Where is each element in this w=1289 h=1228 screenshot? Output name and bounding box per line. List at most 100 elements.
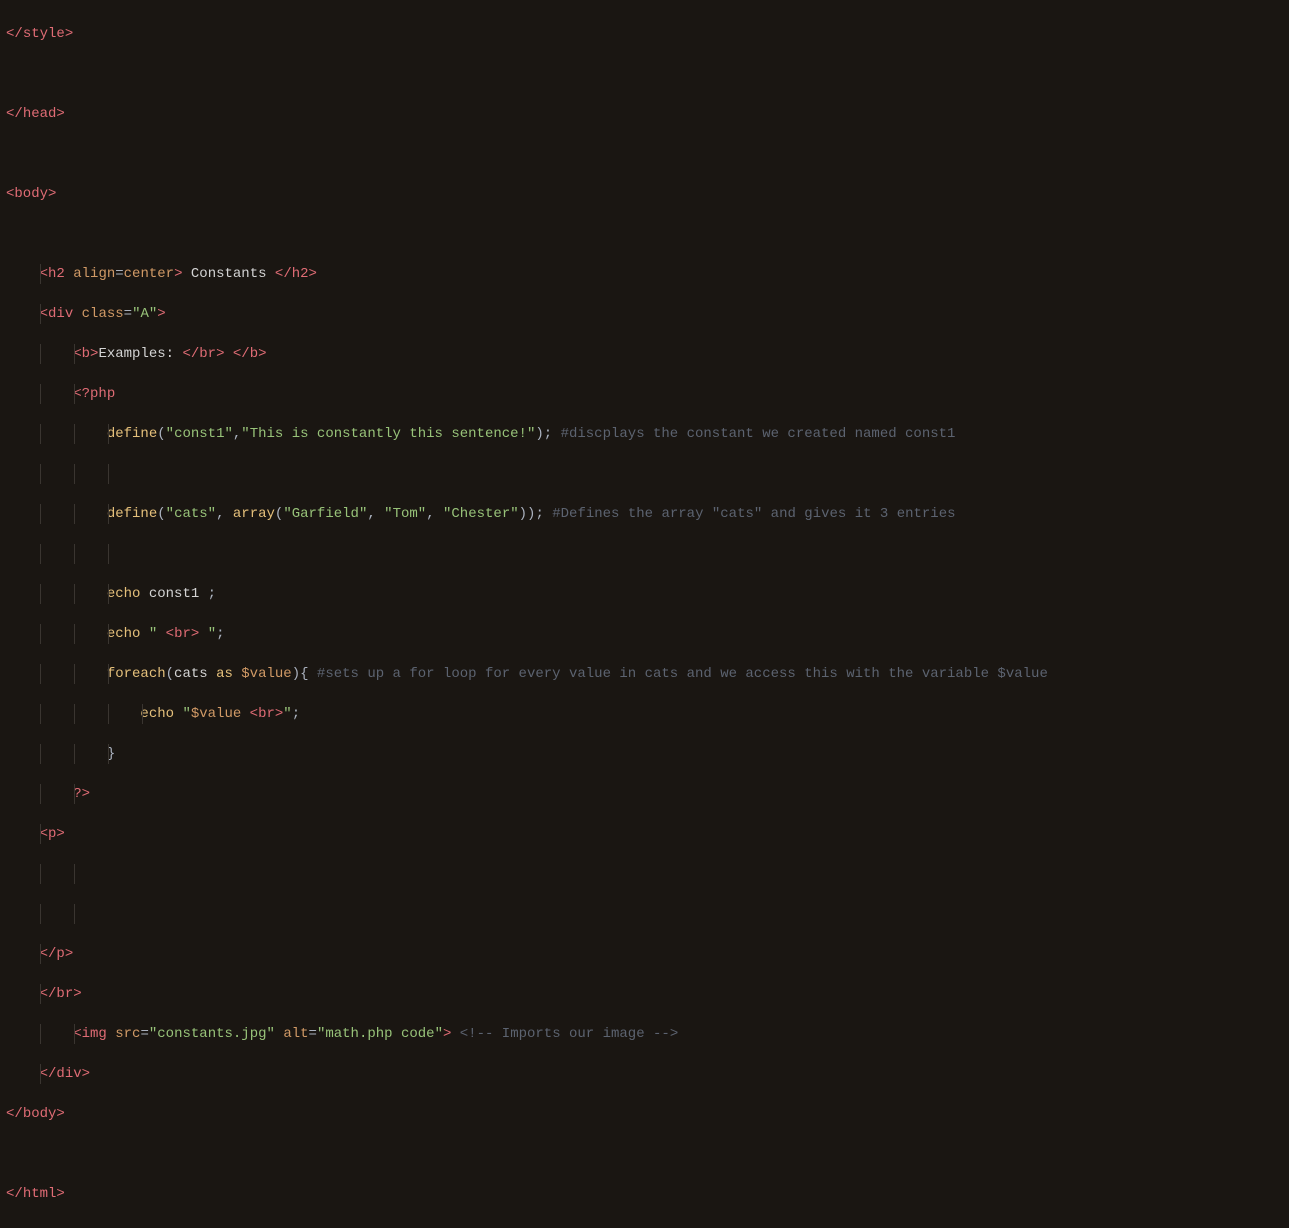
code-line[interactable]: <img src="constants.jpg" alt="math.php c… [6,1024,1283,1044]
equals: = [124,306,132,322]
code-line[interactable] [6,224,1283,244]
equals: = [140,1026,148,1042]
space [225,346,233,362]
quote: " [384,506,392,522]
code-line[interactable]: </body> [6,1104,1283,1124]
php-keyword: php [90,386,115,402]
tag-bracket: > [443,1026,451,1042]
text-content: Constants [191,266,267,282]
quote: " [166,506,174,522]
paren: ) [292,666,300,682]
code-line[interactable]: define("cats", array("Garfield", "Tom", … [6,504,1283,524]
variable: $value [241,666,291,682]
code-line[interactable]: define("const1","This is constantly this… [6,424,1283,444]
quote: " [435,1026,443,1042]
space [451,1026,459,1042]
code-line[interactable]: <b>Examples: </br> </b> [6,344,1283,364]
tag-bracket: > [309,266,317,282]
text-content: Examples: [98,346,174,362]
code-line[interactable]: echo " <br> "; [6,624,1283,644]
quote: " [166,426,174,442]
quote: " [317,1026,325,1042]
code-editor[interactable]: </style> </head> <body> <h2 align=center… [0,0,1289,1228]
tag-bracket: </ [275,266,292,282]
function-name: array [233,506,275,522]
tag-name: style [23,26,65,42]
paren: ) [535,426,543,442]
tag-name: h2 [292,266,309,282]
comma: , [426,506,434,522]
code-line[interactable]: <?php [6,384,1283,404]
code-line[interactable]: <h2 align=center> Constants </h2> [6,264,1283,284]
space [208,666,216,682]
paren: ( [157,426,165,442]
space [65,266,73,282]
code-line[interactable]: } [6,744,1283,764]
tag-bracket: > [157,306,165,322]
string-content: This is constantly this sentence! [250,426,527,442]
code-line[interactable]: <p> [6,824,1283,844]
tag-name: br [56,986,73,1002]
quote: " [283,506,291,522]
code-line[interactable]: </p> [6,944,1283,964]
code-line[interactable]: echo const1 ; [6,584,1283,604]
tag-bracket: </ [40,946,57,962]
code-line[interactable]: foreach(cats as $value){ #sets up a for … [6,664,1283,684]
code-line[interactable] [6,144,1283,164]
keyword: as [216,666,233,682]
tag-name: br [258,706,275,722]
space [157,626,165,642]
code-line[interactable]: </br> [6,984,1283,1004]
tag-bracket: > [73,986,81,1002]
code-line[interactable]: </div> [6,1064,1283,1084]
quote: " [241,426,249,442]
space [107,1026,115,1042]
php-open: <? [73,386,90,402]
code-line[interactable]: </html> [6,1184,1283,1204]
paren: ( [166,666,174,682]
tag-name: div [56,1066,81,1082]
attr-value: center [124,266,174,282]
php-close: ?> [73,786,90,802]
tag-bracket: > [65,946,73,962]
code-line[interactable]: <body> [6,184,1283,204]
space [233,666,241,682]
tag-bracket: </ [233,346,250,362]
code-line[interactable] [6,64,1283,84]
space [199,626,207,642]
code-line[interactable]: <div class="A"> [6,304,1283,324]
space [552,426,560,442]
tag-bracket: </ [40,1066,57,1082]
string-content: const1 [174,426,224,442]
code-line[interactable]: echo "$value <br>"; [6,704,1283,724]
tag-name: p [48,826,56,842]
space [182,266,190,282]
code-line[interactable]: ?> [6,784,1283,804]
semicolon: ; [535,506,543,522]
code-line[interactable] [6,464,1283,484]
tag-name: b [250,346,258,362]
code-line[interactable] [6,864,1283,884]
comma: , [367,506,375,522]
space [309,666,317,682]
space [376,506,384,522]
code-line[interactable]: </style> [6,24,1283,44]
code-line[interactable] [6,904,1283,924]
space [174,706,182,722]
string-content: Tom [393,506,418,522]
quote: " [208,506,216,522]
space [275,1026,283,1042]
quote: " [418,506,426,522]
equals: = [115,266,123,282]
code-line[interactable] [6,1144,1283,1164]
code-line[interactable] [6,544,1283,564]
tag-name: p [56,946,64,962]
quote: " [267,1026,275,1042]
quote: " [283,706,291,722]
tag-bracket: > [65,26,73,42]
attr-name: align [73,266,115,282]
tag-name: html [23,1186,57,1202]
keyword: echo [140,706,174,722]
equals: = [309,1026,317,1042]
code-line[interactable]: </head> [6,104,1283,124]
